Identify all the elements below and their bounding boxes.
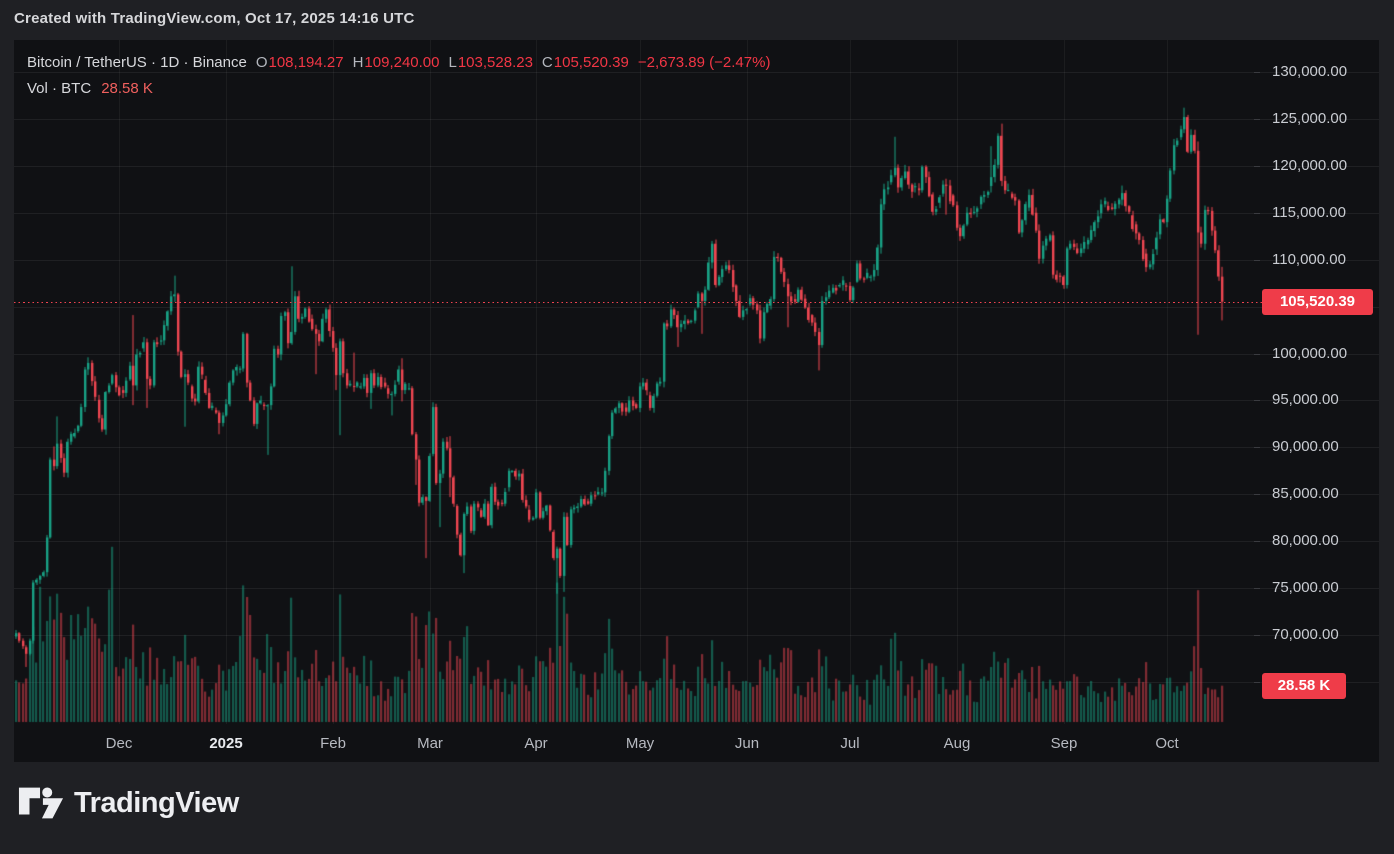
time-tick-label: Dec (87, 735, 151, 752)
symbol-legend[interactable]: Bitcoin / TetherUS · 1D · Binance O108,1… (27, 54, 770, 71)
price-tick-label: 85,000.00 (1272, 485, 1339, 503)
price-tick-label: 75,000.00 (1272, 579, 1339, 597)
volume-label: Vol · BTC (27, 80, 91, 97)
volume-value: 28.58 K (101, 80, 153, 97)
price-tick-mark (1254, 166, 1260, 167)
time-tick-label: Mar (398, 735, 462, 752)
tradingview-logo[interactable]: TradingView (18, 784, 239, 822)
price-tick-mark (1254, 447, 1260, 448)
price-tick-mark (1254, 119, 1260, 120)
price-tick-label: 110,000.00 (1272, 251, 1346, 269)
price-tick-label: 95,000.00 (1272, 391, 1339, 409)
last-volume-badge: 28.58 K (1262, 673, 1346, 699)
price-tick-mark (1254, 682, 1260, 683)
price-tick-mark (1254, 72, 1260, 73)
price-tick-label: 125,000.00 (1272, 110, 1347, 128)
time-tick-label: Sep (1032, 735, 1096, 752)
tradingview-logo-icon (18, 784, 64, 822)
price-tick-mark (1254, 354, 1260, 355)
price-tick-mark (1254, 400, 1260, 401)
time-tick-label: Aug (925, 735, 989, 752)
open-value: O108,194.27 (256, 54, 344, 71)
change-value: −2,673.89 (−2.47%) (638, 54, 771, 71)
last-price-badge: 105,520.39 (1262, 289, 1373, 315)
price-tick-label: 130,000.00 (1272, 63, 1347, 81)
symbol-title: Bitcoin / TetherUS · 1D · Binance (27, 54, 247, 71)
price-tick-label: 90,000.00 (1272, 438, 1339, 456)
attribution-text: Created with TradingView.com, Oct 17, 20… (14, 10, 415, 27)
tradingview-logo-text: TradingView (74, 787, 239, 820)
low-value: L103,528.23 (449, 54, 533, 71)
price-tick-label: 80,000.00 (1272, 532, 1339, 550)
time-tick-label: Jul (818, 735, 882, 752)
time-tick-label: Oct (1135, 735, 1199, 752)
price-tick-mark (1254, 494, 1260, 495)
close-value: C105,520.39 (542, 54, 629, 71)
price-tick-mark (1254, 213, 1260, 214)
time-tick-label: 2025 (194, 735, 258, 752)
time-tick-label: Apr (504, 735, 568, 752)
price-tick-mark (1254, 541, 1260, 542)
volume-legend[interactable]: Vol · BTC 28.58 K (27, 80, 153, 97)
high-value: H109,240.00 (353, 54, 440, 71)
last-price-line (14, 302, 1262, 303)
time-tick-label: May (608, 735, 672, 752)
price-tick-mark (1254, 588, 1260, 589)
price-tick-label: 120,000.00 (1272, 157, 1347, 175)
time-tick-label: Jun (715, 735, 779, 752)
price-volume-canvas[interactable] (14, 40, 1254, 728)
time-tick-label: Feb (301, 735, 365, 752)
price-tick-label: 70,000.00 (1272, 626, 1339, 644)
price-tick-mark (1254, 260, 1260, 261)
price-tick-label: 115,000.00 (1272, 204, 1346, 222)
price-tick-label: 100,000.00 (1272, 345, 1347, 363)
price-tick-mark (1254, 635, 1260, 636)
